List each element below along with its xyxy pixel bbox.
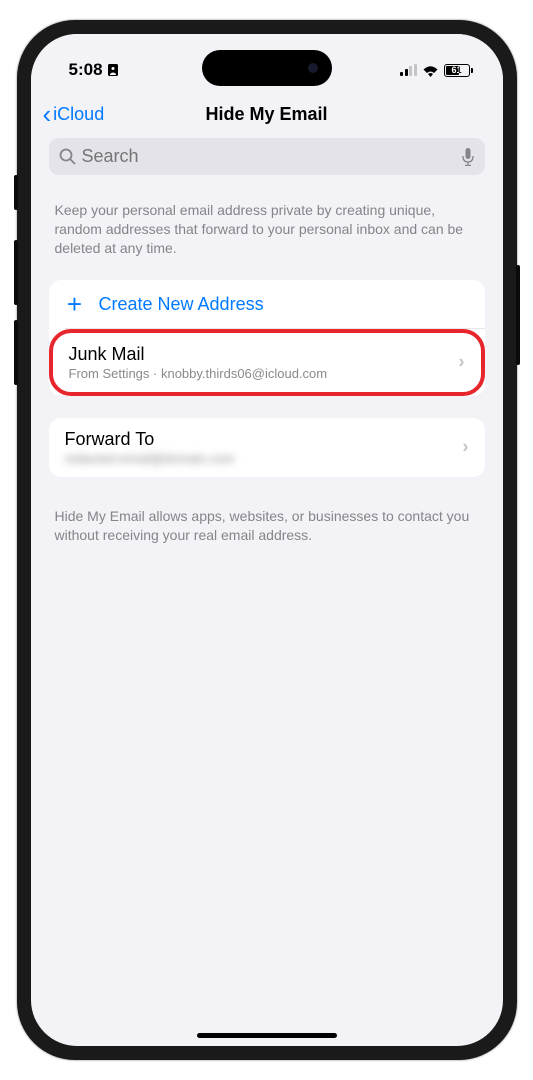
navigation-bar: ‹ iCloud Hide My Email [31, 88, 503, 136]
content-area: Keep your personal email address private… [31, 136, 503, 544]
time-text: 5:08 [69, 60, 103, 80]
battery-indicator: 61 [444, 64, 473, 77]
search-icon [59, 148, 76, 165]
battery-percentage: 61 [451, 65, 461, 75]
address-subtitle: From Settings · knobby.thirds06@icloud.c… [69, 366, 328, 381]
id-card-icon [108, 64, 118, 76]
screen: 5:08 61 [31, 34, 503, 1046]
forward-list-group: Forward To redacted-email@domain.com › [49, 418, 485, 477]
chevron-left-icon: ‹ [43, 101, 52, 127]
dynamic-island [202, 50, 332, 86]
page-title: Hide My Email [205, 104, 327, 125]
address-item-junk-mail[interactable]: Junk Mail From Settings · knobby.thirds0… [49, 329, 485, 396]
search-input[interactable] [82, 146, 455, 167]
address-list-group: + Create New Address Junk Mail From Sett… [49, 280, 485, 396]
chevron-right-icon: › [459, 352, 465, 373]
plus-icon: + [65, 294, 85, 314]
intro-description: Keep your personal email address private… [49, 201, 485, 258]
phone-device-frame: 5:08 61 [17, 20, 517, 1060]
volume-up-button [14, 240, 18, 305]
forward-email-redacted: redacted-email@domain.com [65, 451, 235, 466]
forward-to-item[interactable]: Forward To redacted-email@domain.com › [49, 418, 485, 477]
cellular-signal-icon [400, 64, 417, 76]
mic-icon[interactable] [461, 148, 475, 166]
search-field[interactable] [49, 138, 485, 175]
power-button [516, 265, 520, 365]
back-label: iCloud [53, 104, 104, 125]
home-indicator[interactable] [197, 1033, 337, 1038]
status-time: 5:08 [69, 60, 118, 80]
volume-down-button [14, 320, 18, 385]
silence-switch [14, 175, 18, 210]
create-label: Create New Address [99, 294, 264, 315]
create-new-address-button[interactable]: + Create New Address [49, 280, 485, 329]
back-button[interactable]: ‹ iCloud [43, 101, 105, 127]
forward-title: Forward To [65, 429, 155, 450]
wifi-icon [422, 64, 439, 77]
status-indicators: 61 [400, 64, 473, 77]
footer-description: Hide My Email allows apps, websites, or … [49, 499, 485, 545]
chevron-right-icon: › [463, 437, 469, 458]
address-title: Junk Mail [69, 344, 145, 365]
